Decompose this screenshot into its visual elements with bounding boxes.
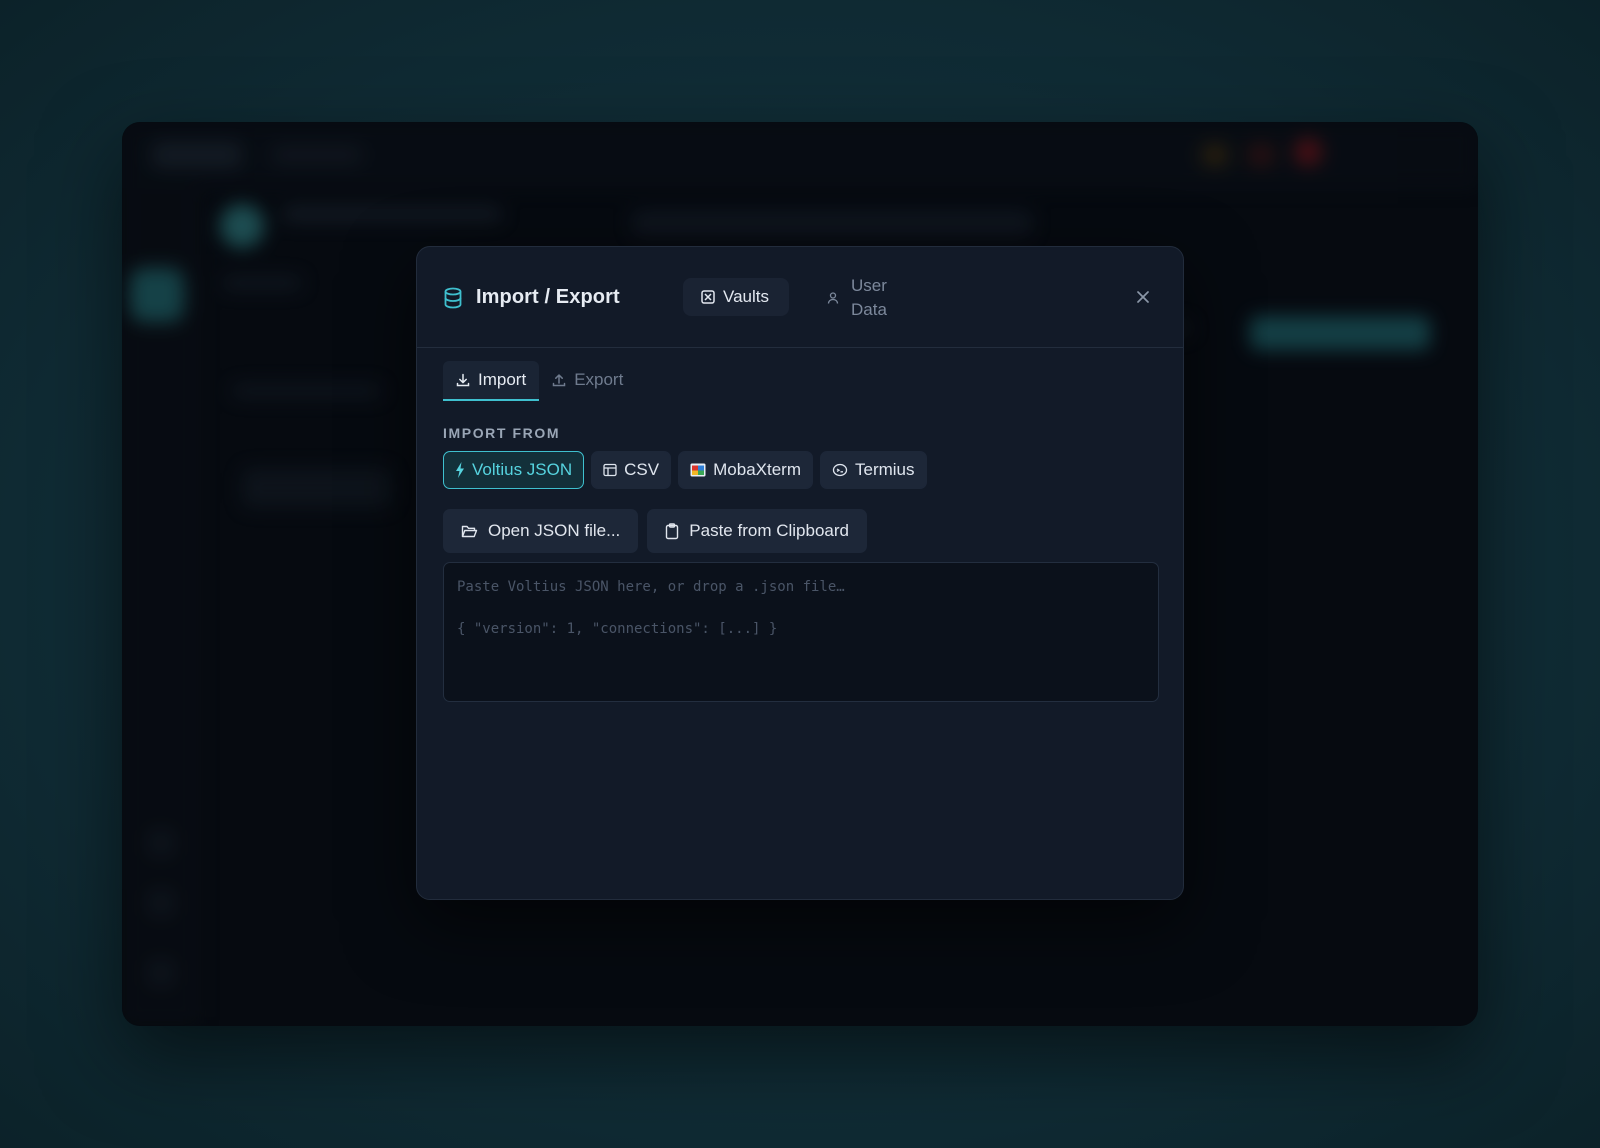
json-input[interactable]	[443, 562, 1159, 702]
source-voltius-json-label: Voltius JSON	[472, 460, 573, 479]
vault-icon	[701, 290, 715, 304]
upload-icon	[552, 373, 566, 387]
open-json-file-label: Open JSON file...	[488, 521, 621, 540]
close-button[interactable]	[1131, 285, 1155, 309]
database-icon	[443, 287, 463, 309]
download-icon	[456, 373, 470, 387]
import-export-modal: Import / Export Vaults User Data Import …	[416, 246, 1184, 900]
folder-open-icon	[461, 524, 478, 539]
source-csv[interactable]: CSV	[591, 451, 672, 489]
source-mobaxterm[interactable]: MobaXterm	[678, 451, 813, 489]
tab-import-label: Import	[478, 370, 527, 389]
mobaxterm-logo-icon	[690, 463, 706, 477]
modal-header: Import / Export Vaults User Data	[417, 247, 1183, 348]
tab-user-data-label: User Data	[851, 276, 887, 319]
paste-from-clipboard-button[interactable]: Paste from Clipboard	[647, 509, 867, 553]
import-source-options: Voltius JSON CSV MobaXterm Termius	[443, 451, 927, 489]
source-voltius-json[interactable]: Voltius JSON	[443, 451, 585, 489]
tab-export[interactable]: Export	[539, 361, 636, 401]
tab-vaults[interactable]: Vaults	[683, 278, 789, 316]
source-termius[interactable]: Termius	[820, 451, 927, 489]
import-from-label: IMPORT FROM	[443, 425, 561, 441]
paste-from-clipboard-label: Paste from Clipboard	[689, 521, 849, 540]
bolt-icon	[455, 462, 465, 478]
termius-logo-icon	[832, 463, 848, 477]
tab-user-data[interactable]: User Data	[803, 274, 903, 322]
close-icon	[1136, 290, 1150, 304]
table-icon	[603, 463, 617, 477]
import-actions: Open JSON file... Paste from Clipboard	[443, 509, 867, 553]
source-csv-label: CSV	[624, 460, 660, 479]
modal-title: Import / Export	[476, 286, 620, 308]
clipboard-icon	[665, 522, 679, 540]
tab-vaults-label: Vaults	[723, 287, 769, 306]
source-termius-label: Termius	[855, 460, 915, 479]
source-mobaxterm-label: MobaXterm	[713, 460, 801, 479]
open-json-file-button[interactable]: Open JSON file...	[443, 509, 639, 553]
user-icon	[827, 291, 839, 305]
tab-export-label: Export	[574, 370, 624, 389]
mode-tabs: Import Export	[443, 361, 636, 401]
tab-import[interactable]: Import	[443, 361, 540, 401]
